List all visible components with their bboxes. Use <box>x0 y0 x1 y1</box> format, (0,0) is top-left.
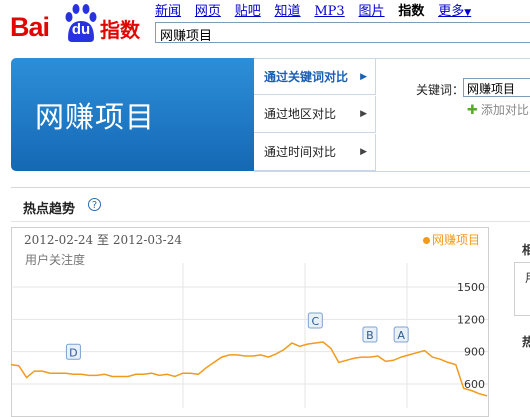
chevron-down-icon: ▼ <box>464 8 472 18</box>
trend-divider <box>11 221 530 222</box>
top-nav: 新闻 网页 贴吧 知道 MP3 图片 指数 更多▼ <box>155 0 481 19</box>
trend-title: 热点趋势 <box>23 202 76 217</box>
nav-current-index: 指数 <box>398 4 425 19</box>
right-panel-item-fragment: 用 <box>525 269 530 286</box>
nav-link-tieba[interactable]: 贴吧 <box>235 0 261 19</box>
panel-top-border <box>376 58 530 59</box>
arrow-right-icon: ▶ <box>360 147 367 157</box>
right-panel-title-fragment: 相 <box>522 243 530 257</box>
tab-compare-keyword-label: 通过关键词对比 <box>264 70 349 84</box>
banner-title: 网赚项目 <box>35 100 156 134</box>
tab-compare-keyword[interactable]: 通过关键词对比 ▶ <box>254 58 376 95</box>
trend-chart[interactable]: 15001200900600DCB A <box>11 227 489 408</box>
arrow-right-icon: ▶ <box>360 109 367 119</box>
annotation-label: A <box>397 329 405 342</box>
annotation-label: D <box>69 346 77 359</box>
tab-compare-time-label: 通过时间对比 <box>264 145 337 159</box>
tab-compare-time[interactable]: 通过时间对比 ▶ <box>254 134 376 171</box>
add-compare-label: 添加对比 <box>480 103 529 117</box>
tab-compare-region[interactable]: 通过地区对比 ▶ <box>254 96 376 133</box>
logo-text-zhishu: 指数 <box>100 18 140 42</box>
add-compare-link[interactable]: ✚ 添加对比 <box>467 101 529 118</box>
keyword-label: 关键词： <box>416 83 465 97</box>
y-tick-label: 1500 <box>457 281 485 294</box>
nav-link-news[interactable]: 新闻 <box>155 0 181 19</box>
logo-text-bai: Bai <box>10 12 50 42</box>
series-line-wangzhuan <box>11 341 488 397</box>
nav-more-label: 更多 <box>438 4 465 19</box>
y-tick-label: 1200 <box>457 313 485 326</box>
logo-text-du: du <box>71 21 91 38</box>
right-panel-fragment: 用 <box>514 262 530 316</box>
keyword-input[interactable]: 网赚项目 <box>463 78 530 97</box>
plus-icon: ✚ <box>467 103 478 118</box>
nav-link-mp3[interactable]: MP3 <box>314 4 344 19</box>
trend-section-header: 热点趋势 ? <box>11 187 530 222</box>
tabs-bottom-border <box>254 171 530 172</box>
keyword-banner: 网赚项目 <box>11 58 254 171</box>
search-input[interactable]: 网赚项目 <box>155 22 530 44</box>
nav-link-zhidao[interactable]: 知道 <box>275 0 301 19</box>
right-panel-title-fragment-2: 热 <box>522 335 530 349</box>
nav-link-images[interactable]: 图片 <box>359 0 385 19</box>
arrow-right-icon: ▶ <box>360 72 367 82</box>
annotation-label: B <box>366 329 374 342</box>
y-tick-label: 900 <box>464 346 485 359</box>
nav-more-link[interactable]: 更多▼ <box>438 0 471 19</box>
help-icon[interactable]: ? <box>88 198 101 211</box>
baidu-index-logo[interactable]: Bai du 指数 <box>6 2 146 46</box>
nav-link-web[interactable]: 网页 <box>195 0 221 19</box>
annotation-label: C <box>311 315 319 328</box>
tab-compare-region-label: 通过地区对比 <box>264 107 337 121</box>
